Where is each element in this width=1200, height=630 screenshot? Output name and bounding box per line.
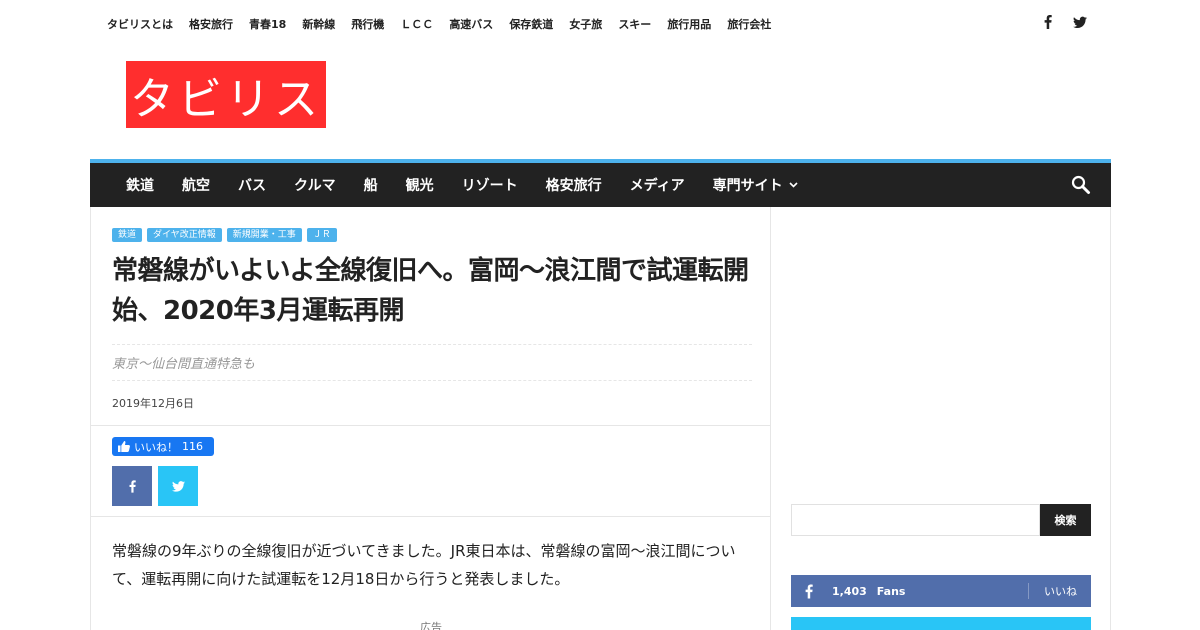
top-menu-item[interactable]: 旅行用品 <box>667 17 711 33</box>
facebook-icon <box>791 584 827 599</box>
like-label: いいね！ <box>134 440 178 454</box>
nav-item-media[interactable]: メディア <box>616 175 699 195</box>
top-menu: タビリスとは 格安旅行 青春18 新幹線 飛行機 ＬＣＣ 高速バス 保存鉄道 女… <box>107 17 787 33</box>
fans-label: Fans <box>876 584 906 598</box>
ad-label: 広告 <box>420 621 442 630</box>
facebook-fans-counter[interactable]: 1,403 Fans いいね <box>791 575 1091 607</box>
share-facebook-button[interactable] <box>112 466 152 506</box>
nav-item-special-sites-label: 専門サイト <box>712 178 783 194</box>
divider <box>112 344 752 345</box>
like-count: 116 <box>182 440 203 453</box>
divider <box>112 380 752 381</box>
article-title: 常磐線がいよいよ全線復旧へ。富岡～浪江間で試運転開始、2020年3月運転再開 <box>112 256 749 326</box>
facebook-like-button[interactable]: いいね！ 116 <box>112 437 214 456</box>
top-menu-item[interactable]: 青春18 <box>249 17 286 33</box>
share-twitter-button[interactable] <box>158 466 198 506</box>
article-subtitle: 東京～仙台間直通特急も <box>112 357 256 372</box>
fans-count: 1,403 <box>832 584 867 598</box>
nav-item-budget-travel[interactable]: 格安旅行 <box>532 175 616 195</box>
top-menu-item[interactable]: ＬＣＣ <box>400 17 433 33</box>
top-menu-item[interactable]: 格安旅行 <box>189 17 233 33</box>
facebook-like-action[interactable]: いいね <box>1044 583 1077 599</box>
top-menu-item[interactable]: タビリスとは <box>107 17 173 33</box>
divider <box>91 425 771 426</box>
search-button[interactable]: 検索 <box>1040 504 1091 536</box>
category-tag[interactable]: ＪＲ <box>306 228 337 242</box>
top-menu-item[interactable]: 旅行会社 <box>727 17 771 33</box>
top-menu-item[interactable]: 高速バス <box>449 17 493 33</box>
facebook-icon <box>129 479 136 493</box>
nav-item-car[interactable]: クルマ <box>280 175 350 195</box>
article-body: 常磐線の9年ぶりの全線復旧が近づいてきました。JR東日本は、常磐線の富岡～浪江間… <box>112 542 736 588</box>
top-menu-item[interactable]: 新幹線 <box>302 17 335 33</box>
twitter-icon <box>171 480 185 492</box>
facebook-icon[interactable] <box>1041 14 1055 30</box>
top-menu-item[interactable]: 飛行機 <box>351 17 384 33</box>
search-input[interactable] <box>791 504 1040 536</box>
nav-item-bus[interactable]: バス <box>224 175 280 195</box>
sidebar: 検索 1,403 Fans いいね <box>771 207 1111 630</box>
nav-item-ship[interactable]: 船 <box>350 175 392 195</box>
divider <box>91 516 771 517</box>
nav-item-aviation[interactable]: 航空 <box>168 175 224 195</box>
category-tag[interactable]: 新規開業・工事 <box>226 228 302 242</box>
nav-item-resort[interactable]: リゾート <box>448 175 532 195</box>
nav-item-special-sites[interactable]: 専門サイト <box>699 175 812 195</box>
twitter-followers-counter[interactable] <box>791 617 1091 630</box>
twitter-icon[interactable] <box>1073 14 1087 30</box>
top-menu-item[interactable]: 女子旅 <box>569 17 602 33</box>
top-menu-item[interactable]: スキー <box>618 17 651 33</box>
search-icon[interactable] <box>1071 175 1091 195</box>
top-menu-item[interactable]: 保存鉄道 <box>509 17 553 33</box>
nav-item-railway[interactable]: 鉄道 <box>90 175 168 195</box>
article: 鉄道 ダイヤ改正情報 新規開業・工事 ＪＲ 常磐線がいよいよ全線復旧へ。富岡～浪… <box>90 207 771 630</box>
nav-item-sightseeing[interactable]: 観光 <box>392 175 448 195</box>
article-date: 2019年12月6日 <box>112 397 194 410</box>
category-tags: 鉄道 ダイヤ改正情報 新規開業・工事 ＪＲ <box>112 228 337 242</box>
chevron-down-icon <box>789 182 798 188</box>
divider <box>1028 583 1029 599</box>
top-social-links <box>1041 14 1087 30</box>
thumbs-up-icon <box>118 441 130 452</box>
category-tag[interactable]: 鉄道 <box>112 228 143 242</box>
category-tag[interactable]: ダイヤ改正情報 <box>147 228 222 242</box>
main-nav: 鉄道 航空 バス クルマ 船 観光 リゾート 格安旅行 メディア 専門サイト <box>90 159 1111 207</box>
site-logo[interactable]: タビリス <box>126 61 326 128</box>
